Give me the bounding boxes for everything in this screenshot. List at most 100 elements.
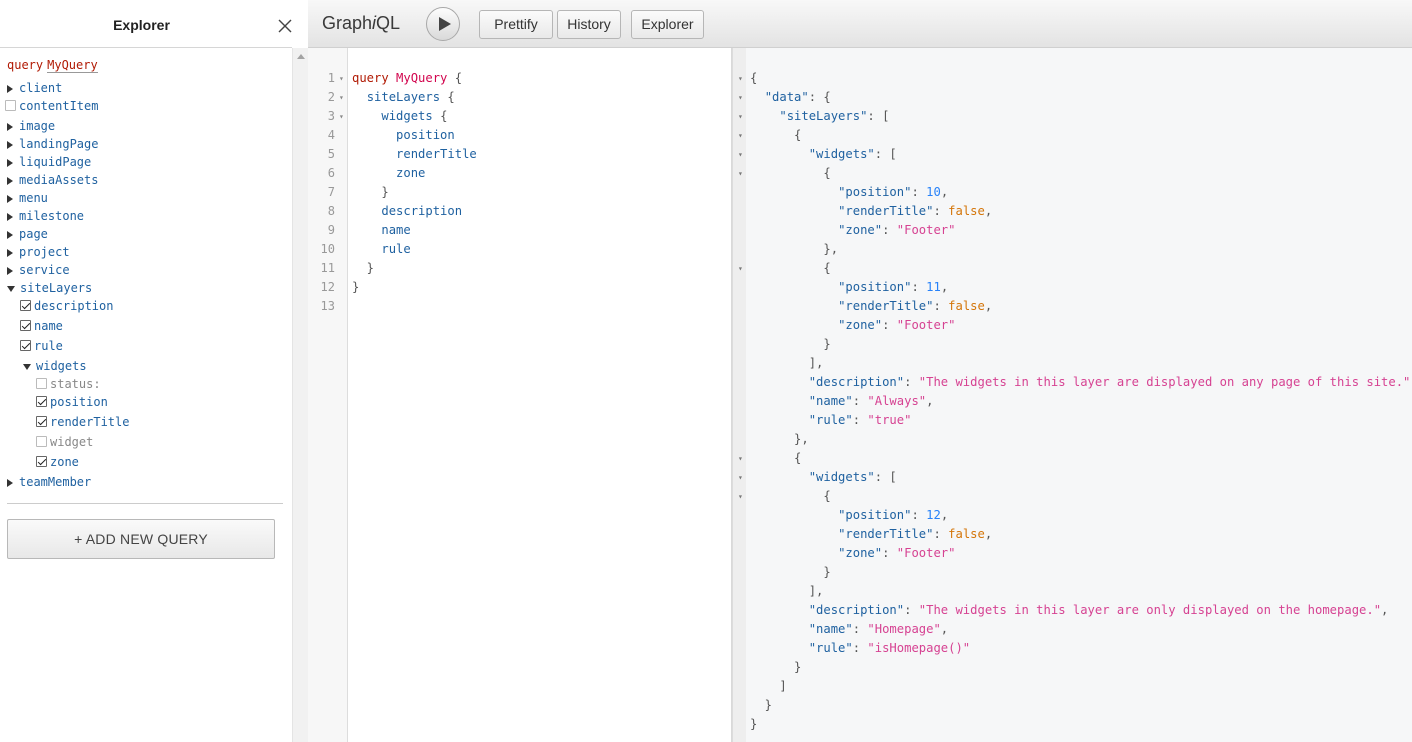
fold-arrow-icon[interactable]: ▾: [738, 69, 743, 88]
checkbox-icon[interactable]: [20, 300, 31, 311]
caret-right-icon[interactable]: [7, 122, 13, 131]
fold-arrow-icon[interactable]: ▾: [738, 487, 743, 506]
fold-arrow-icon[interactable]: ▾: [339, 88, 344, 107]
explorer-field-description[interactable]: description: [20, 297, 113, 315]
explorer-field-liquidPage[interactable]: liquidPage: [7, 153, 91, 171]
fold-arrow-icon[interactable]: ▾: [738, 449, 743, 468]
explorer-field-contentItem[interactable]: contentItem: [5, 97, 98, 115]
json-token: 12: [926, 508, 941, 522]
explorer-field-rule[interactable]: rule: [20, 337, 63, 355]
fold-arrow-icon[interactable]: ▾: [738, 145, 743, 164]
scroll-up-arrow-icon[interactable]: [297, 54, 305, 59]
fold-arrow-icon[interactable]: ▾: [738, 107, 743, 126]
close-icon[interactable]: [277, 18, 293, 34]
json-token: :: [904, 603, 919, 617]
caret-right-icon[interactable]: [7, 212, 13, 221]
result-line: "rule": "true": [750, 411, 912, 430]
explorer-field-landingPage[interactable]: landingPage: [7, 135, 98, 153]
explorer-field-mediaAssets[interactable]: mediaAssets: [7, 171, 98, 189]
caret-right-icon[interactable]: [7, 84, 13, 93]
explorer-field-name[interactable]: name: [20, 317, 63, 335]
explorer-field-project[interactable]: project: [7, 243, 70, 261]
explorer-field-status[interactable]: status:: [36, 375, 101, 393]
json-token: }: [750, 698, 773, 712]
explorer-button[interactable]: Explorer: [631, 10, 704, 39]
explorer-field-widget[interactable]: widget: [36, 433, 93, 451]
caret-right-icon[interactable]: [7, 194, 13, 203]
fold-arrow-icon[interactable]: ▾: [738, 88, 743, 107]
explorer-field-menu[interactable]: menu: [7, 189, 48, 207]
caret-right-icon[interactable]: [7, 248, 13, 257]
json-token: },: [750, 242, 839, 256]
explorer-field-renderTitle[interactable]: renderTitle: [36, 413, 129, 431]
fold-arrow-icon[interactable]: ▾: [339, 69, 344, 88]
explorer-field-zone[interactable]: zone: [36, 453, 79, 471]
explorer-scrollbar[interactable]: [292, 48, 308, 742]
run-query-button[interactable]: [426, 7, 460, 41]
explorer-field-service[interactable]: service: [7, 261, 70, 279]
caret-right-icon[interactable]: [7, 158, 13, 167]
fold-arrow-icon[interactable]: ▾: [738, 126, 743, 145]
fold-arrow-icon[interactable]: ▾: [738, 259, 743, 278]
explorer-field-image[interactable]: image: [7, 117, 55, 135]
checkbox-icon[interactable]: [36, 416, 47, 427]
explorer-field-widgets[interactable]: widgets: [23, 357, 87, 375]
explorer-field-siteLayers[interactable]: siteLayers: [7, 279, 92, 297]
code-line: position: [352, 126, 455, 145]
json-token: "isHomepage()": [867, 641, 971, 655]
checkbox-icon[interactable]: [20, 340, 31, 351]
result-line: "zone": "Footer": [750, 544, 955, 563]
checkbox-icon[interactable]: [36, 378, 47, 389]
code-line: zone: [352, 164, 425, 183]
explorer-field-page[interactable]: page: [7, 225, 48, 243]
field-label: widgets: [36, 359, 87, 373]
result-line: ],: [750, 354, 824, 373]
json-token: 11: [926, 280, 941, 294]
caret-down-icon[interactable]: [23, 363, 31, 370]
explorer-header: Explorer: [0, 0, 292, 48]
result-line: {: [750, 126, 801, 145]
explorer-field-client[interactable]: client: [7, 79, 62, 97]
checkbox-icon[interactable]: [36, 396, 47, 407]
add-new-query-button[interactable]: + ADD NEW QUERY: [7, 519, 275, 559]
query-editor[interactable]: 1 ▾ 2 ▾ 3 ▾ 4 5 6 7 8 9 10 11 12 13 query MyQuery { sit…: [308, 48, 732, 742]
history-button[interactable]: History: [557, 10, 621, 39]
prettify-button[interactable]: Prettify: [479, 10, 553, 39]
explorer-field-milestone[interactable]: milestone: [7, 207, 84, 225]
fold-arrow-icon[interactable]: ▾: [339, 107, 344, 126]
json-token: "position": [838, 185, 912, 199]
json-token: : {: [808, 90, 831, 104]
checkbox-icon[interactable]: [5, 100, 16, 111]
explorer-field-position[interactable]: position: [36, 393, 108, 411]
caret-right-icon[interactable]: [7, 176, 13, 185]
json-token: ],: [750, 584, 824, 598]
code-token: position: [396, 128, 455, 142]
checkbox-icon[interactable]: [36, 436, 47, 447]
result-line: }: [750, 335, 830, 354]
query-name-input[interactable]: MyQuery: [47, 58, 98, 73]
caret-down-icon[interactable]: [7, 285, 15, 292]
code-line: name: [352, 221, 410, 240]
json-token: :: [852, 413, 868, 427]
line-number: 10: [320, 242, 335, 256]
fold-arrow-icon[interactable]: ▾: [738, 468, 743, 487]
line-number-gutter: 1 ▾ 2 ▾ 3 ▾ 4 5 6 7 8 9 10 11 12 13: [308, 48, 348, 742]
json-token: }: [750, 717, 758, 731]
code-line: siteLayers {: [352, 88, 455, 107]
caret-right-icon[interactable]: [7, 140, 13, 149]
checkbox-icon[interactable]: [36, 456, 47, 467]
line-number: 2: [327, 90, 335, 104]
caret-right-icon[interactable]: [7, 230, 13, 239]
checkbox-icon[interactable]: [20, 320, 31, 331]
caret-right-icon[interactable]: [7, 266, 13, 275]
caret-right-icon[interactable]: [7, 478, 13, 487]
field-label: contentItem: [19, 99, 99, 113]
field-label: liquidPage: [19, 155, 92, 169]
explorer-field-teamMember[interactable]: teamMember: [7, 473, 91, 491]
fold-arrow-icon[interactable]: ▾: [738, 164, 743, 183]
